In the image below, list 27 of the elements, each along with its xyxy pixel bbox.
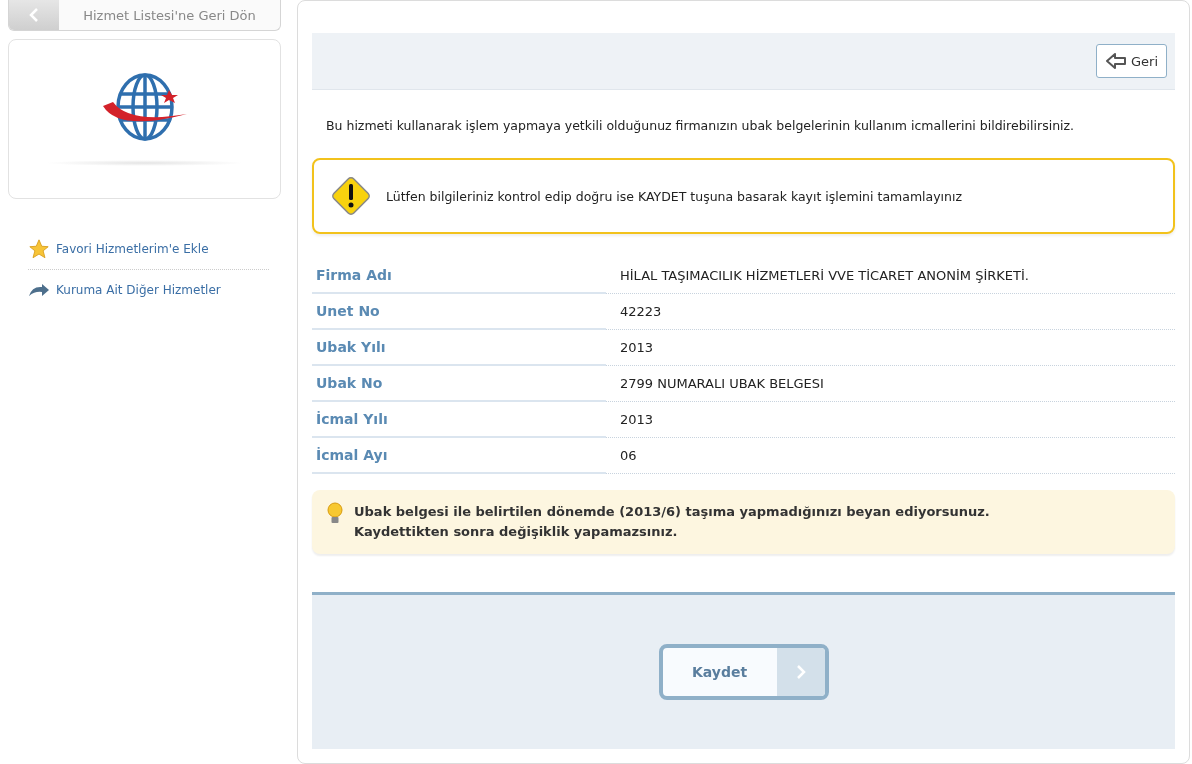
intro-text: Bu hizmeti kullanarak işlem yapmaya yetkili olduğunuz firmanızın ubak belgelerinin kullanım icmallerini bildirebilirsiniz. (326, 118, 1076, 134)
save-button[interactable]: Kaydet (658, 644, 829, 700)
field-value: 2013 (606, 402, 1175, 438)
lightbulb-icon (326, 502, 344, 526)
back-arrow-icon (1104, 52, 1127, 70)
field-label: Ubak Yılı (312, 330, 606, 366)
field-value: 2013 (606, 330, 1175, 366)
back-button[interactable]: Geri (1095, 44, 1167, 78)
sidebar-link[interactable]: Kuruma Ait Diğer Hizmetler (28, 270, 269, 310)
field-value: 42223 (606, 294, 1175, 330)
notice-text: Ubak belgesi ile belirtilen dönemde (2013/6) taşıma yapmadığınızı beyan ediyorsunuz. (354, 503, 990, 521)
field-label: Firma Adı (312, 258, 606, 294)
field-label: Ubak No (312, 366, 606, 402)
chevron-right-icon (795, 664, 806, 680)
back-to-list-button[interactable]: Hizmet Listesi'ne Geri Dön (8, 0, 281, 31)
field-label: İcmal Yılı (312, 402, 606, 438)
field-value: 2799 NUMARALI UBAK BELGESI (606, 366, 1175, 402)
field-value: 06 (606, 438, 1175, 474)
curved-arrow-icon (28, 283, 50, 297)
sidebar-link[interactable]: Favori Hizmetlerim'e Ekle (28, 229, 269, 270)
chevron-left-icon (29, 7, 39, 23)
notice-text: Kaydettikten sonra değişiklik yapamazsınız. (354, 523, 679, 541)
field-label: Unet No (312, 294, 606, 330)
field-value: HİLAL TAŞIMACILIK HİZMETLERİ VVE TİCARET ANONİM ŞİRKETİ. (606, 258, 1175, 294)
field-label: İcmal Ayı (312, 438, 606, 474)
star-icon (28, 238, 50, 260)
warning-text: Lütfen bilgileriniz kontrol edip doğru ise KAYDET tuşuna basarak kayıt işlemini tamamlayınız (386, 188, 963, 204)
